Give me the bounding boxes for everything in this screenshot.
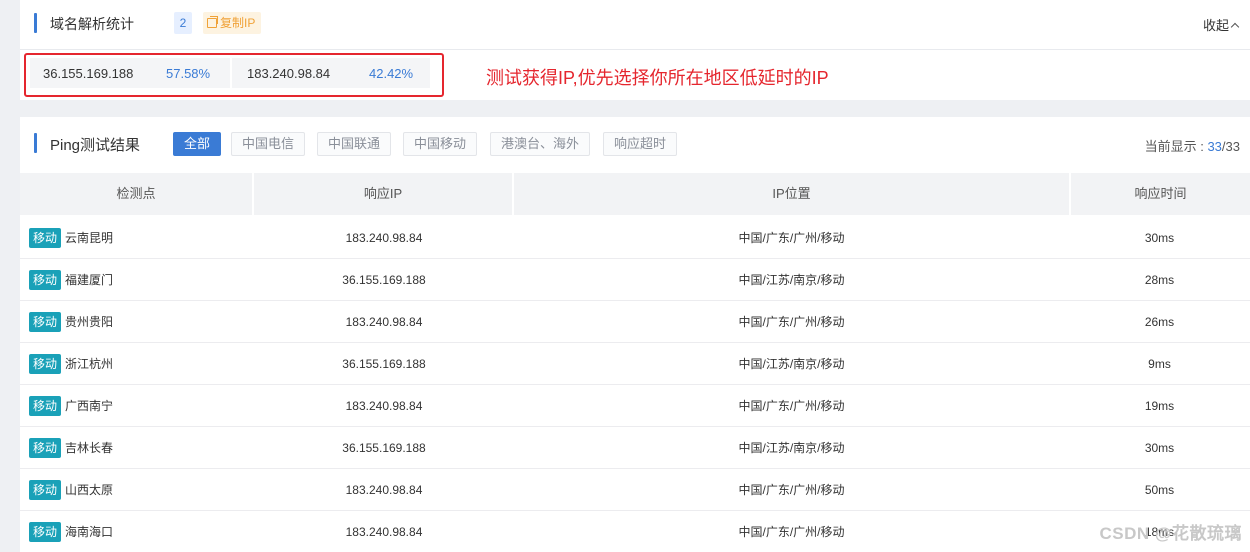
highlight-box (24, 53, 444, 97)
table-row: 移动 浙江杭州 36.155.169.188 中国/江苏/南京/移动 9ms (20, 343, 1250, 385)
column-header-ip-location[interactable]: IP位置 (514, 173, 1069, 215)
table-row: 移动 云南昆明 183.240.98.84 中国/广东/广州/移动 30ms (20, 217, 1250, 259)
table-body: 移动 云南昆明 183.240.98.84 中国/广东/广州/移动 30ms 移动… (20, 217, 1250, 552)
annotation-text: 测试获得IP,优先选择你所在地区低延时的IP (486, 68, 829, 88)
response-ip: 183.240.98.84 (345, 482, 423, 497)
probe-cell: 移动 浙江杭州 (20, 353, 252, 374)
ip-location: 中国/广东/广州/移动 (738, 483, 845, 497)
probe-location: 贵州贵阳 (65, 315, 114, 329)
probe-cell: 移动 贵州贵阳 (20, 311, 252, 332)
ip-location: 中国/江苏/南京/移动 (738, 357, 845, 371)
isp-tag: 移动 (29, 479, 62, 500)
response-time: 9ms (1148, 356, 1171, 371)
filter-mobile[interactable]: 中国移动 (403, 132, 478, 156)
ip-location: 中国/江苏/南京/移动 (738, 441, 845, 455)
isp-tag: 移动 (29, 437, 62, 458)
ip-count-badge: 2 (174, 12, 192, 34)
probe-location: 山西太原 (65, 483, 114, 497)
current-display: 当前显示 : 33/33 (1145, 136, 1240, 155)
isp-tag: 移动 (29, 227, 62, 248)
filter-unicom[interactable]: 中国联通 (317, 132, 392, 156)
isp-tag: 移动 (29, 353, 62, 374)
domain-stats-header: 域名解析统计 2 复制IP 收起 (20, 0, 1250, 50)
copy-ip-label: 复制IP (220, 16, 256, 30)
response-ip: 183.240.98.84 (345, 398, 423, 413)
ip-location: 中国/广东/广州/移动 (738, 525, 845, 539)
ip-location: 中国/广东/广州/移动 (738, 231, 845, 245)
response-time: 30ms (1144, 440, 1175, 455)
filter-timeout[interactable]: 响应超时 (603, 132, 678, 156)
probe-location: 福建厦门 (65, 273, 114, 287)
response-ip: 183.240.98.84 (345, 314, 423, 329)
watermark: CSDN @花散琉璃 (1099, 524, 1242, 543)
table-header: 检测点 响应IP IP位置 响应时间 (20, 173, 1250, 215)
response-ip: 183.240.98.84 (345, 524, 423, 539)
table-row: 移动 贵州贵阳 183.240.98.84 中国/广东/广州/移动 26ms (20, 301, 1250, 343)
probe-location: 吉林长春 (65, 441, 114, 455)
response-time: 30ms (1144, 230, 1175, 245)
filter-all[interactable]: 全部 (173, 132, 222, 156)
response-ip: 183.240.98.84 (345, 230, 423, 245)
column-header-response-time[interactable]: 响应时间 (1071, 173, 1250, 215)
title-accent-bar (34, 13, 37, 33)
current-display-label: 当前显示 : (1144, 139, 1208, 154)
probe-cell: 移动 广西南宁 (20, 395, 252, 416)
title-accent-bar (34, 133, 37, 153)
table-row: 移动 山西太原 183.240.98.84 中国/广东/广州/移动 50ms (20, 469, 1250, 511)
ip-location: 中国/江苏/南京/移动 (738, 273, 845, 287)
current-shown-count: 33 (1207, 139, 1222, 154)
collapse-label: 收起 (1202, 18, 1229, 33)
column-header-probe[interactable]: 检测点 (20, 173, 252, 215)
table-row: 移动 福建厦门 36.155.169.188 中国/江苏/南京/移动 28ms (20, 259, 1250, 301)
response-ip: 36.155.169.188 (342, 272, 426, 287)
probe-location: 云南昆明 (65, 231, 114, 245)
copy-icon (207, 16, 218, 28)
probe-cell: 移动 云南昆明 (20, 227, 252, 248)
table-row: 移动 广西南宁 183.240.98.84 中国/广东/广州/移动 19ms (20, 385, 1250, 427)
response-time: 28ms (1144, 272, 1175, 287)
isp-tag: 移动 (29, 395, 62, 416)
domain-stats-title: 域名解析统计 (50, 16, 134, 32)
response-ip: 36.155.169.188 (342, 356, 426, 371)
ip-location: 中国/广东/广州/移动 (738, 399, 845, 413)
ping-results-panel: Ping测试结果 全部 中国电信 中国联通 中国移动 港澳台、海外 响应超时 当… (20, 117, 1250, 552)
filter-telecom[interactable]: 中国电信 (231, 132, 306, 156)
column-header-ip[interactable]: 响应IP (254, 173, 512, 215)
chevron-up-icon (1230, 22, 1240, 31)
isp-tag: 移动 (29, 269, 62, 290)
current-total-count: /33 (1221, 139, 1240, 154)
probe-location: 海南海口 (65, 525, 114, 539)
response-time: 50ms (1144, 482, 1175, 497)
isp-tag: 移动 (29, 521, 62, 542)
copy-ip-button[interactable]: 复制IP (203, 12, 262, 34)
isp-tag: 移动 (29, 311, 62, 332)
ip-location: 中国/广东/广州/移动 (738, 315, 845, 329)
collapse-button[interactable]: 收起 (1202, 15, 1240, 34)
probe-location: 浙江杭州 (65, 357, 114, 371)
ping-results-title: Ping测试结果 (50, 137, 141, 154)
table-row: 移动 海南海口 183.240.98.84 中国/广东/广州/移动 18ms (20, 511, 1250, 552)
response-time: 19ms (1144, 398, 1175, 413)
probe-cell: 移动 海南海口 (20, 521, 252, 542)
probe-cell: 移动 山西太原 (20, 479, 252, 500)
filter-overseas[interactable]: 港澳台、海外 (490, 132, 591, 156)
probe-cell: 移动 吉林长春 (20, 437, 252, 458)
table-row: 移动 吉林长春 36.155.169.188 中国/江苏/南京/移动 30ms (20, 427, 1250, 469)
response-time: 26ms (1144, 314, 1175, 329)
probe-location: 广西南宁 (65, 399, 114, 413)
probe-cell: 移动 福建厦门 (20, 269, 252, 290)
response-ip: 36.155.169.188 (342, 440, 426, 455)
